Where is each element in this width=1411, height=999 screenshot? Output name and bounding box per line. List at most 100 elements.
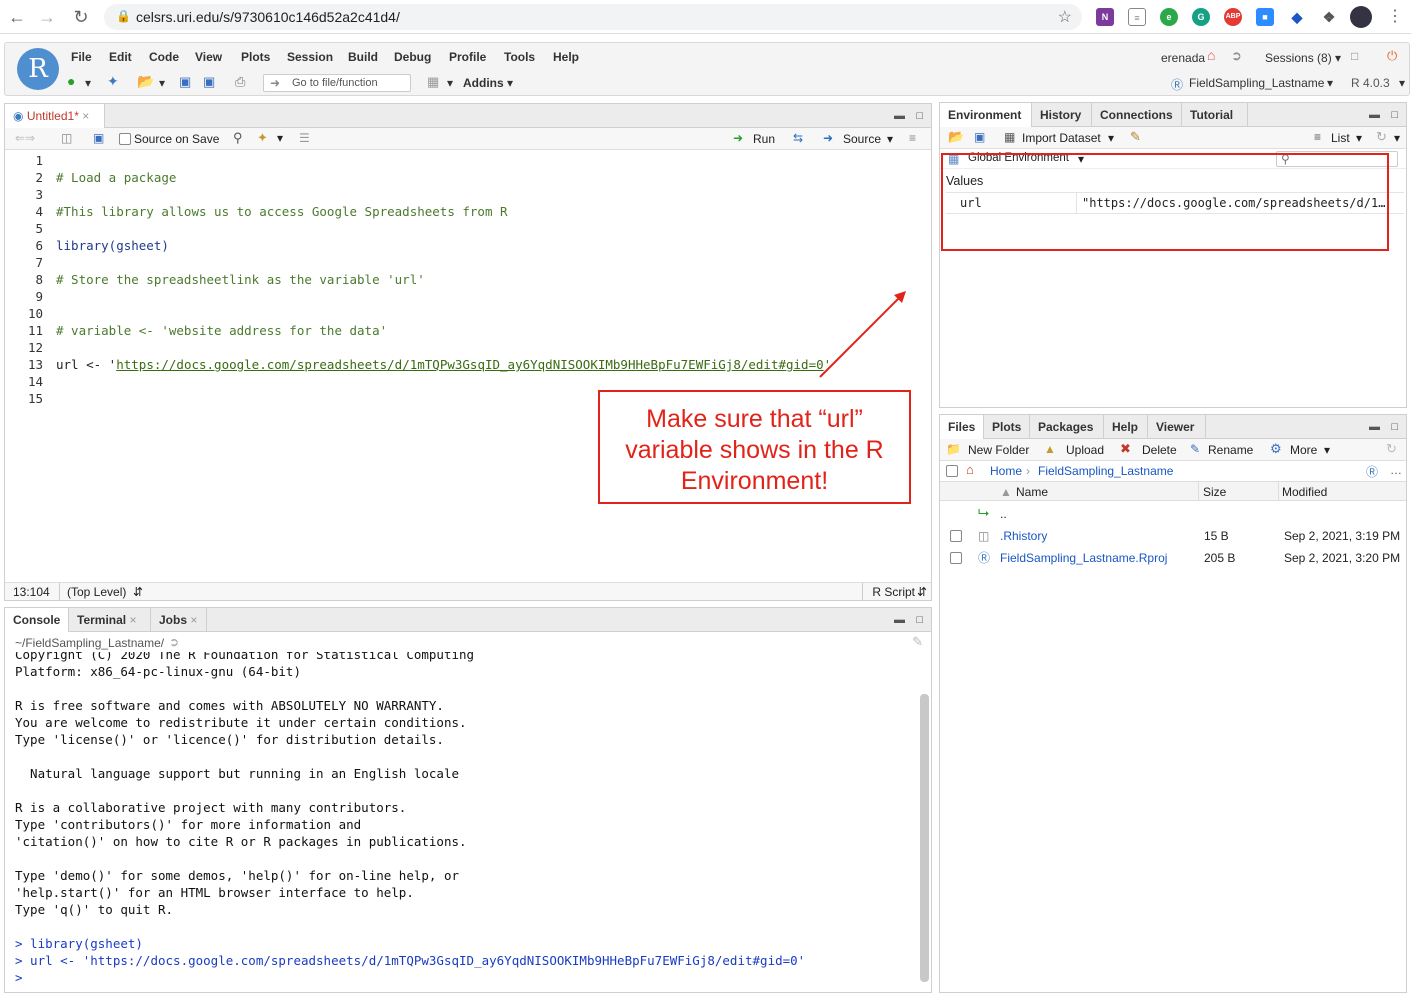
grammarly-icon[interactable]: G xyxy=(1192,8,1210,26)
sessions-menu[interactable]: Sessions (8) xyxy=(1265,51,1332,65)
table-row[interactable]: Ⓡ FieldSampling_Lastname.Rproj 205 B Sep… xyxy=(940,547,1406,569)
ellipsis-icon[interactable]: … xyxy=(1390,463,1402,477)
project-menu[interactable]: FieldSampling_Lastname xyxy=(1189,76,1324,90)
maximize-icon[interactable]: □ xyxy=(916,614,923,626)
show-in-window-icon[interactable]: ◫ xyxy=(61,131,72,145)
list-item[interactable]: ⮡ .. xyxy=(940,503,1406,525)
onenote-icon[interactable]: N xyxy=(1096,8,1114,26)
source-on-save-checkbox[interactable] xyxy=(119,133,131,145)
new-file-icon[interactable]: ● xyxy=(67,73,75,89)
dropdown-icon[interactable]: ⇵ xyxy=(133,585,143,599)
refresh-icon[interactable]: ↻ xyxy=(1376,129,1387,145)
tab-connections[interactable]: Connections xyxy=(1092,103,1182,127)
save-icon[interactable]: ▣ xyxy=(974,130,985,144)
dropdown-icon[interactable]: ▾ xyxy=(447,76,453,90)
menu-debug[interactable]: Debug xyxy=(394,50,431,64)
doc-icon[interactable]: ≡ xyxy=(1128,8,1146,26)
address-url[interactable]: celsrs.uri.edu/s/9730610c146d52a2c41d4/ xyxy=(136,9,400,25)
select-all-checkbox[interactable] xyxy=(946,465,958,477)
code-area[interactable]: 1 2 # Load a package 3 4 #This library allows… xyxy=(5,150,931,582)
tab-jobs[interactable]: Jobs × xyxy=(151,608,207,632)
row-checkbox[interactable] xyxy=(950,552,962,564)
dropdown-icon[interactable]: ▾ xyxy=(1327,76,1333,90)
back-arrow-icon[interactable]: ⇐⇒ xyxy=(15,131,35,145)
home-icon[interactable]: ⌂ xyxy=(966,462,974,477)
dropdown-icon[interactable]: ▾ xyxy=(1394,131,1400,145)
puzzle-icon[interactable]: ❖ xyxy=(1320,8,1338,26)
clear-console-icon[interactable]: ✎ xyxy=(912,634,923,650)
close-icon[interactable]: × xyxy=(82,109,89,123)
source-button[interactable]: Source xyxy=(843,132,881,146)
tab-help[interactable]: Help xyxy=(1104,415,1148,439)
minimize-icon[interactable]: ▬ xyxy=(1369,421,1380,433)
new-folder-button[interactable]: New Folder xyxy=(968,443,1029,457)
sort-up-icon[interactable]: ▲ xyxy=(1000,485,1012,499)
minimize-icon[interactable]: ▬ xyxy=(894,614,905,626)
new-project-icon[interactable]: ✦ xyxy=(107,73,119,90)
close-icon[interactable]: × xyxy=(190,613,197,627)
run-icon[interactable]: ➜ xyxy=(733,131,743,145)
tab-history[interactable]: History xyxy=(1032,103,1092,127)
signout-icon[interactable]: ➲ xyxy=(1231,48,1242,64)
zoom-icon[interactable]: ■ xyxy=(1256,8,1274,26)
more-menu[interactable]: More xyxy=(1290,443,1317,457)
search-icon[interactable]: ⚲ xyxy=(233,130,243,146)
view-mode-list[interactable]: List xyxy=(1331,131,1350,145)
home-icon[interactable]: ⌂ xyxy=(1207,47,1215,63)
browser-menu-icon[interactable]: ⋮ xyxy=(1384,6,1406,28)
menu-build[interactable]: Build xyxy=(348,50,378,64)
tab-untitled1[interactable]: ◉ Untitled1* × xyxy=(5,104,105,129)
dropdown-icon[interactable]: ▾ xyxy=(507,76,513,90)
menu-profile[interactable]: Profile xyxy=(449,50,486,64)
file-type[interactable]: R Script xyxy=(872,585,915,599)
row-checkbox[interactable] xyxy=(950,530,962,542)
power-icon[interactable]: ⏻ xyxy=(1387,48,1397,64)
dropdown-icon[interactable]: ▾ xyxy=(1356,131,1362,145)
file-name[interactable]: FieldSampling_Lastname.Rproj xyxy=(1000,547,1167,569)
save-icon[interactable]: ▣ xyxy=(93,131,104,145)
console-prompt[interactable]: > xyxy=(15,969,30,986)
import-dataset-button[interactable]: Import Dataset xyxy=(1022,131,1101,145)
delete-button[interactable]: Delete xyxy=(1142,443,1177,457)
print-icon[interactable]: ⎙ xyxy=(235,74,245,90)
console-output[interactable]: Copyright (C) 2020 The R Foundation for … xyxy=(5,652,917,992)
minimize-icon[interactable]: ▬ xyxy=(1369,109,1380,121)
dropdown-icon[interactable]: ▾ xyxy=(85,76,91,90)
open-file-icon[interactable]: 📂 xyxy=(948,129,964,145)
tab-files[interactable]: Files xyxy=(940,415,984,440)
table-row[interactable]: ◫ .Rhistory 15 B Sep 2, 2021, 3:19 PM xyxy=(940,525,1406,547)
maximize-icon[interactable]: □ xyxy=(1391,421,1398,433)
maximize-icon[interactable]: □ xyxy=(916,110,923,122)
addins-menu[interactable]: Addins xyxy=(463,76,504,90)
dropdown-icon[interactable]: ⇵ xyxy=(917,585,927,599)
url-link[interactable]: https://docs.google.com/spreadsheets/d/1… xyxy=(116,357,823,372)
close-icon[interactable]: × xyxy=(129,613,136,627)
col-modified[interactable]: Modified xyxy=(1282,485,1327,499)
maximize-icon[interactable]: □ xyxy=(1391,109,1398,121)
console-path[interactable]: ~/FieldSampling_Lastname/ xyxy=(15,636,164,650)
tab-environment[interactable]: Environment xyxy=(940,103,1032,128)
open-file-icon[interactable]: 📂 xyxy=(137,73,154,90)
menu-file[interactable]: File xyxy=(71,50,92,64)
bookmark-star-icon[interactable]: ☆ xyxy=(1058,7,1072,27)
file-name[interactable]: .Rhistory xyxy=(1000,525,1047,547)
magic-wand-icon[interactable]: ✦ xyxy=(257,130,268,146)
forward-icon[interactable]: → xyxy=(36,6,58,28)
menu-view[interactable]: View xyxy=(195,50,222,64)
run-button[interactable]: Run xyxy=(753,132,775,146)
dropdown-icon[interactable]: ▾ xyxy=(1108,131,1114,145)
menu-edit[interactable]: Edit xyxy=(109,50,132,64)
window-icon[interactable]: □ xyxy=(1351,49,1358,63)
upload-button[interactable]: Upload xyxy=(1066,443,1104,457)
outline-icon[interactable]: ☰ xyxy=(299,131,310,145)
save-icon[interactable]: ▣ xyxy=(179,74,191,90)
tab-packages[interactable]: Packages xyxy=(1030,415,1104,439)
tab-console[interactable]: Console xyxy=(5,608,69,633)
doc-outline-icon[interactable]: ≡ xyxy=(909,131,916,145)
scope-indicator[interactable]: (Top Level) xyxy=(67,585,126,599)
tab-plots[interactable]: Plots xyxy=(984,415,1030,439)
save-all-icon[interactable]: ▣ xyxy=(203,74,215,90)
minimize-icon[interactable]: ▬ xyxy=(894,110,905,122)
rename-button[interactable]: Rename xyxy=(1208,443,1253,457)
parent-dir[interactable]: .. xyxy=(1000,503,1007,525)
